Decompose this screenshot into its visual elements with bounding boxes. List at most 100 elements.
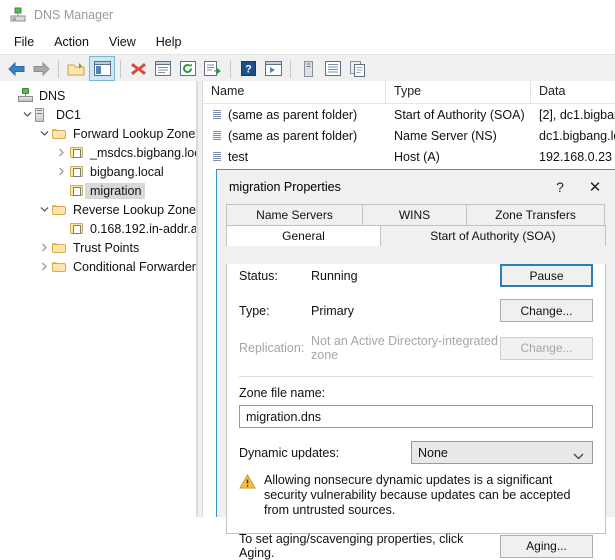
zone-icon (69, 164, 85, 180)
dns-root-icon (18, 88, 34, 104)
warning-text: Allowing nonsecure dynamic updates is a … (264, 473, 571, 517)
zone-icon (69, 221, 85, 237)
record-type-cell: Start of Authority (SOA) (394, 107, 525, 122)
dns-record-icon (211, 149, 224, 164)
list-column-header[interactable]: Name (203, 81, 386, 103)
replication-value: Not an Active Directory-integrated zone (311, 334, 498, 362)
list-column-header[interactable]: Data (531, 81, 615, 103)
dialog-tabs: Name Servers WINS Zone Transfers General St… (217, 204, 615, 246)
chevron-down-icon[interactable] (19, 107, 35, 123)
chevron-right-icon[interactable] (36, 259, 52, 275)
menu-view[interactable]: View (99, 33, 146, 51)
show-hide-console-tree-icon[interactable] (89, 56, 115, 81)
record-name-cell: test (203, 149, 386, 164)
menu-bar: File Action View Help (0, 30, 615, 54)
forward-icon[interactable] (29, 57, 53, 80)
pause-button[interactable]: Pause (500, 264, 593, 287)
chevron-down-icon[interactable] (36, 126, 52, 142)
refresh-icon[interactable] (176, 57, 200, 80)
change-type-button[interactable]: Change... (500, 299, 593, 322)
list-column-header[interactable]: Type (386, 81, 531, 103)
dns-record-icon (211, 107, 224, 122)
folder-icon (52, 126, 68, 142)
record-name-cell: (same as parent folder) (203, 128, 386, 143)
tab-general[interactable]: General (226, 225, 381, 246)
menu-help[interactable]: Help (146, 33, 192, 51)
tree-node-label: Forward Lookup Zones (73, 126, 197, 141)
tab-name-servers[interactable]: Name Servers (226, 204, 363, 225)
dynamic-updates-value: None (418, 445, 448, 460)
aging-description: To set aging/scavenging properties, clic… (239, 532, 464, 560)
chevron-right-icon[interactable] (36, 240, 52, 256)
dynamic-updates-select[interactable]: None (411, 441, 593, 464)
toolbar: ? (0, 54, 615, 83)
list-header: Name Type Data (203, 81, 615, 104)
zone-icon (69, 145, 85, 161)
zone-file-input[interactable]: migration.dns (239, 405, 593, 428)
zone-icon (69, 183, 85, 199)
general-tab-panel: Status: Running Pause Type: Primary Chan… (226, 264, 606, 560)
dialog-title-bar: migration Properties ? ✕ (217, 170, 615, 204)
back-icon[interactable] (4, 57, 28, 80)
tree-node-label: _msdcs.bigbang.local (90, 145, 196, 160)
close-button[interactable]: ✕ (575, 173, 615, 201)
tab-wins[interactable]: WINS (362, 204, 467, 225)
list-row[interactable]: (same as parent folder) Name Server (NS) d… (203, 125, 615, 146)
chevron-right-icon[interactable] (53, 145, 69, 161)
replication-row: Replication: Not an Active Directory-int… (239, 334, 593, 362)
tab-start-of-authority-soa[interactable]: Start of Authority (SOA) (380, 225, 606, 246)
aging-button[interactable]: Aging... (500, 534, 593, 558)
new-zone-icon[interactable] (321, 57, 345, 80)
toolbar-separator (58, 59, 59, 78)
tab-row-1: Name Servers WINS Zone Transfers (226, 204, 606, 225)
tree-node-label: Conditional Forwarders (73, 259, 197, 274)
console-tree-pane: DNS DC1 Forward Lookup Zones _msdcs.bigbang… (0, 81, 197, 517)
dynamic-updates-label: Dynamic updates: (239, 445, 340, 460)
tab-zone-transfers[interactable]: Zone Transfers (466, 204, 605, 225)
tree-node-trust-points[interactable]: Trust Points (0, 238, 196, 257)
dynamic-updates-row: Dynamic updates: None (239, 441, 593, 464)
aging-row: To set aging/scavenging properties, clic… (239, 532, 593, 560)
window-title: DNS Manager (34, 8, 114, 22)
tree-node-reverse-lookup-zones[interactable]: Reverse Lookup Zones (0, 200, 196, 219)
new-server-icon[interactable] (296, 57, 320, 80)
tree-node-forward-lookup-zones[interactable]: Forward Lookup Zones (0, 124, 196, 143)
tree-node-msdcs-bigbang-local[interactable]: _msdcs.bigbang.local (0, 143, 196, 162)
tree-node-migration[interactable]: migration (0, 181, 196, 200)
list-row[interactable]: (same as parent folder) Start of Authorit… (203, 104, 615, 125)
tree-node-dc1[interactable]: DC1 (0, 105, 196, 124)
dns-record-icon (211, 128, 224, 143)
delete-icon[interactable] (126, 57, 150, 80)
record-type-cell: Name Server (NS) (394, 128, 497, 143)
type-value: Primary (311, 303, 355, 318)
chevron-right-icon[interactable] (53, 164, 69, 180)
up-folder-icon[interactable] (64, 57, 88, 80)
properties-icon[interactable] (151, 57, 175, 80)
menu-file[interactable]: File (10, 33, 44, 51)
copy-icon[interactable] (346, 57, 370, 80)
tree-node-conditional-forwarders[interactable]: Conditional Forwarders (0, 257, 196, 276)
tree-node-0-168-192-in-addr-arpa[interactable]: 0.168.192.in-addr.arpa (0, 219, 196, 238)
dns-manager-window: DNS Manager File Action View Help ? DNS … (0, 0, 615, 560)
record-data-cell: 192.168.0.23 (539, 149, 612, 164)
type-label: Type: (239, 303, 270, 318)
list-body: (same as parent folder) Start of Authorit… (203, 104, 615, 167)
tree-node-bigbang-local[interactable]: bigbang.local (0, 162, 196, 181)
tree-node-dns[interactable]: DNS (0, 86, 196, 105)
run-icon[interactable] (261, 57, 285, 80)
menu-action[interactable]: Action (44, 33, 99, 51)
toolbar-separator (230, 59, 231, 78)
tree-node-label: DNS (39, 88, 66, 103)
svg-text:?: ? (245, 64, 252, 76)
export-list-icon[interactable] (201, 57, 225, 80)
record-name-text: test (228, 149, 249, 164)
tree-node-label: DC1 (56, 107, 82, 122)
help-button[interactable]: ? (545, 173, 575, 201)
list-row[interactable]: test Host (A) 192.168.0.23 (203, 146, 615, 167)
chevron-down-icon[interactable] (36, 202, 52, 218)
tree-node-label: Trust Points (73, 240, 140, 255)
record-name-cell: (same as parent folder) (203, 107, 386, 122)
help-icon[interactable]: ? (236, 57, 260, 80)
